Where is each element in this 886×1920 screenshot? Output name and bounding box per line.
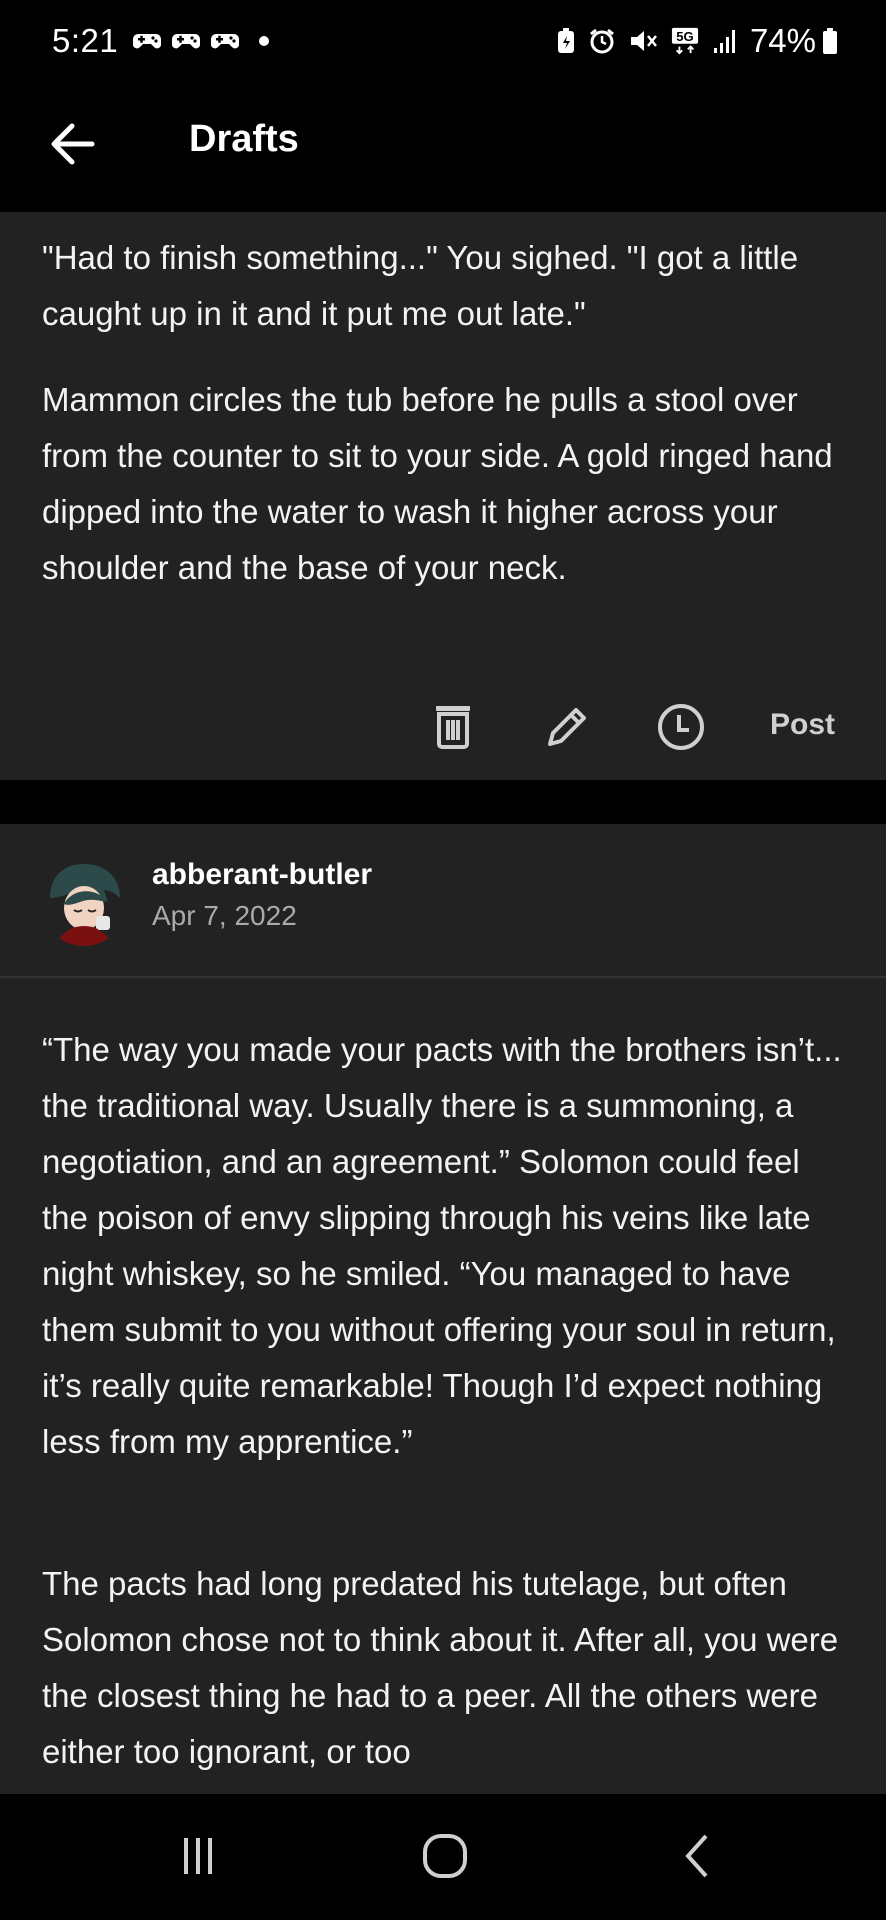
draft-paragraph: Mammon circles the tub before he pulls a… bbox=[42, 381, 833, 586]
edit-button[interactable] bbox=[540, 700, 594, 754]
battery-level: 74% bbox=[749, 22, 816, 59]
post-button[interactable]: Post bbox=[770, 708, 835, 742]
recent-apps-icon bbox=[184, 1838, 212, 1874]
trash-icon bbox=[436, 706, 470, 749]
draft-paragraph: "Had to finish something..." You sighed.… bbox=[42, 239, 799, 332]
svg-text:5G: 5G bbox=[676, 29, 693, 44]
app-header: Drafts bbox=[0, 84, 886, 212]
post-author[interactable]: abberant-butler bbox=[152, 858, 372, 892]
back-button[interactable] bbox=[44, 114, 104, 174]
alarm-icon bbox=[590, 28, 614, 54]
mute-icon bbox=[630, 31, 657, 51]
battery-saver-icon bbox=[557, 28, 574, 53]
home-icon bbox=[423, 1834, 467, 1878]
post-date: Apr 7, 2022 bbox=[152, 900, 297, 931]
page-title: Drafts bbox=[189, 118, 299, 160]
status-indicators: 5G 74% bbox=[556, 22, 838, 60]
signal-icon bbox=[713, 30, 735, 53]
draft-actions: Post bbox=[0, 682, 886, 772]
battery-icon bbox=[823, 28, 837, 54]
status-notifications bbox=[132, 28, 269, 54]
delete-button[interactable] bbox=[426, 700, 480, 754]
status-bar: 5:21 5G 74% bbox=[0, 0, 886, 84]
divider bbox=[0, 976, 886, 978]
system-nav-bar bbox=[0, 1794, 886, 1920]
status-time: 5:21 bbox=[52, 22, 119, 59]
notification-dot-icon bbox=[259, 36, 269, 46]
post-paragraph: “The way you made your pacts with the br… bbox=[42, 1031, 842, 1460]
avatar[interactable] bbox=[40, 858, 128, 946]
game-controller-icon bbox=[171, 34, 201, 49]
avatar-image bbox=[40, 858, 128, 946]
schedule-button[interactable] bbox=[654, 700, 708, 754]
5g-icon: 5G bbox=[671, 27, 699, 55]
home-button[interactable] bbox=[415, 1830, 475, 1882]
game-controller-icon bbox=[132, 34, 162, 49]
arrow-left-icon bbox=[51, 123, 95, 165]
back-chevron-icon bbox=[685, 1834, 708, 1878]
recent-apps-button[interactable] bbox=[168, 1830, 228, 1882]
post-paragraph: The pacts had long predated his tutelage… bbox=[42, 1565, 839, 1770]
clock-icon bbox=[658, 704, 704, 750]
post-card: abberant-butler Apr 7, 2022 “The way you… bbox=[0, 824, 886, 1794]
game-controller-icon bbox=[210, 34, 240, 49]
draft-card: "Had to finish something..." You sighed.… bbox=[0, 212, 886, 780]
nav-back-button[interactable] bbox=[668, 1830, 728, 1882]
pencil-icon bbox=[548, 708, 586, 746]
